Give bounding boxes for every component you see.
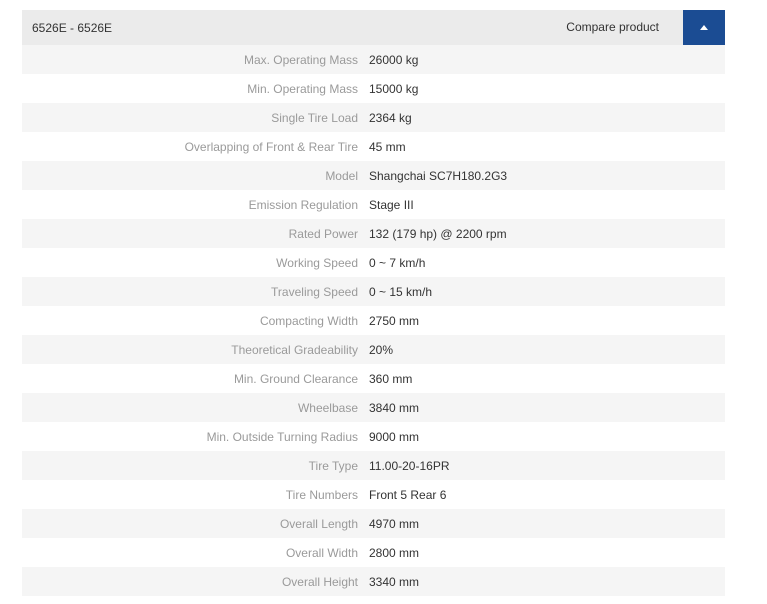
spec-value: 45 mm [369, 139, 406, 154]
spec-value: 3840 mm [369, 400, 420, 415]
spec-label: Emission Regulation [248, 197, 358, 212]
spec-label: Overlapping of Front & Rear Tire [184, 139, 358, 154]
spec-value: 26000 kg [369, 52, 419, 67]
spec-panel: 6526E - 6526E Compare product Max. Opera… [22, 10, 725, 596]
spec-row: Tire Type 11.00-20-16PR [22, 451, 725, 480]
spec-value: 20% [369, 342, 394, 357]
spec-row: Tire Numbers Front 5 Rear 6 [22, 480, 725, 509]
spec-label: Wheelbase [297, 400, 358, 415]
spec-label: Model [325, 168, 358, 183]
spec-label: Min. Outside Turning Radius [206, 429, 358, 444]
spec-value: Shangchai SC7H180.2G3 [369, 168, 508, 183]
spec-value: 15000 kg [369, 81, 419, 96]
spec-label: Theoretical Gradeability [231, 342, 358, 357]
spec-row: Overall Length 4970 mm [22, 509, 725, 538]
spec-value: 4970 mm [369, 516, 420, 531]
spec-value: 3340 mm [369, 574, 420, 589]
collapse-toggle-button[interactable] [683, 10, 725, 45]
spec-row: Min. Ground Clearance 360 mm [22, 364, 725, 393]
spec-row: Overall Width 2800 mm [22, 538, 725, 567]
spec-row: Max. Operating Mass 26000 kg [22, 45, 725, 74]
spec-value: 2364 kg [369, 110, 412, 125]
spec-value: 360 mm [369, 371, 413, 386]
spec-value: 0 ~ 15 km/h [369, 284, 433, 299]
spec-label: Overall Width [285, 545, 358, 560]
spec-label: Min. Operating Mass [247, 81, 358, 96]
spec-row: Single Tire Load 2364 kg [22, 103, 725, 132]
spec-row: Min. Operating Mass 15000 kg [22, 74, 725, 103]
spec-row: Min. Outside Turning Radius 9000 mm [22, 422, 725, 451]
spec-row: Overall Height 3340 mm [22, 567, 725, 596]
spec-label: Rated Power [288, 226, 358, 241]
spec-row: Wheelbase 3840 mm [22, 393, 725, 422]
spec-value: 0 ~ 7 km/h [369, 255, 426, 270]
spec-value: 11.00-20-16PR [369, 458, 450, 473]
spec-label: Compacting Width [259, 313, 358, 328]
spec-row: Traveling Speed 0 ~ 15 km/h [22, 277, 725, 306]
spec-value: Front 5 Rear 6 [369, 487, 447, 502]
spec-table: Max. Operating Mass 26000 kg Min. Operati… [22, 45, 725, 596]
spec-label: Min. Ground Clearance [233, 371, 358, 386]
spec-label: Max. Operating Mass [243, 52, 358, 67]
spec-row: Emission Regulation Stage III [22, 190, 725, 219]
spec-label: Tire Numbers [285, 487, 358, 502]
product-title: 6526E - 6526E [32, 21, 113, 35]
spec-value: 9000 mm [369, 429, 420, 444]
spec-label: Traveling Speed [271, 284, 358, 299]
spec-label: Overall Length [279, 516, 358, 531]
spec-row: Model Shangchai SC7H180.2G3 [22, 161, 725, 190]
spec-label: Working Speed [276, 255, 358, 270]
spec-value: 132 (179 hp) @ 2200 rpm [369, 226, 507, 241]
spec-panel-header[interactable]: 6526E - 6526E Compare product [22, 10, 725, 45]
spec-row: Theoretical Gradeability 20% [22, 335, 725, 364]
spec-label: Overall Height [281, 574, 358, 589]
spec-value: 2750 mm [369, 313, 420, 328]
spec-label: Tire Type [308, 458, 358, 473]
spec-row: Overlapping of Front & Rear Tire 45 mm [22, 132, 725, 161]
caret-up-icon [700, 25, 708, 30]
spec-row: Working Speed 0 ~ 7 km/h [22, 248, 725, 277]
spec-value: Stage III [369, 197, 414, 212]
spec-row: Rated Power 132 (179 hp) @ 2200 rpm [22, 219, 725, 248]
spec-label: Single Tire Load [271, 110, 358, 125]
spec-value: 2800 mm [369, 545, 420, 560]
spec-row: Compacting Width 2750 mm [22, 306, 725, 335]
compare-product-link[interactable]: Compare product [566, 10, 659, 45]
